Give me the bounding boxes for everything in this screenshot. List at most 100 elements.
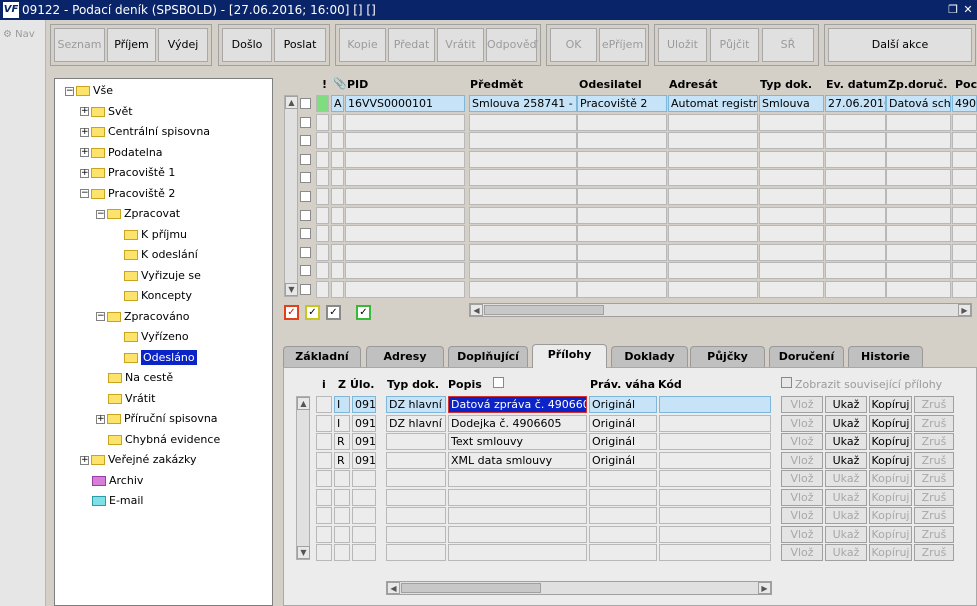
att-cell-kod[interactable] xyxy=(659,396,771,413)
vloz-button[interactable]: Vlož xyxy=(781,525,823,543)
tree-node[interactable]: Vyřizuje se xyxy=(112,267,201,285)
att-cell-ulo[interactable]: 091 xyxy=(352,451,376,469)
att-cell-i[interactable] xyxy=(316,544,332,561)
tab-doruceni[interactable]: Doručení xyxy=(769,346,844,367)
zrus-button[interactable]: Zruš xyxy=(914,433,954,450)
cell-datum[interactable] xyxy=(825,113,886,131)
cell-flagc[interactable] xyxy=(316,113,329,131)
odpoved-button[interactable]: Odpověď xyxy=(486,28,537,62)
cell-datum[interactable]: 27.06.2016 xyxy=(825,95,886,112)
cell-predmet[interactable] xyxy=(469,281,577,298)
att-cell-popis[interactable]: Text smlouvy xyxy=(448,433,587,450)
tree-node[interactable]: E-mail xyxy=(80,492,144,510)
cell-odesilatel[interactable] xyxy=(577,225,667,243)
cell-predmet[interactable] xyxy=(469,243,577,261)
expand-icon[interactable]: + xyxy=(96,414,105,424)
att-vscroll[interactable]: ▲ ▼ xyxy=(296,396,310,560)
cell-zpdoruc[interactable] xyxy=(886,132,951,150)
att-cell-kod[interactable] xyxy=(659,451,771,469)
cell-datum[interactable] xyxy=(825,150,886,168)
tree-node[interactable]: Koncepty xyxy=(112,287,192,305)
cell-pid[interactable] xyxy=(345,206,465,224)
zrus-button[interactable]: Zruš xyxy=(914,396,954,413)
cell-typ[interactable] xyxy=(759,243,824,261)
cell-poc[interactable] xyxy=(952,243,977,261)
cell-zpdoruc[interactable] xyxy=(886,206,951,224)
cell-flagc[interactable] xyxy=(316,169,329,187)
tab-historie[interactable]: Historie xyxy=(848,346,923,367)
cell-flag[interactable] xyxy=(331,150,344,168)
att-cell-ulo[interactable]: 091 xyxy=(352,414,376,432)
att-cell-i[interactable] xyxy=(316,507,332,524)
att-scroll-thumb[interactable] xyxy=(401,583,541,593)
cell-datum[interactable] xyxy=(825,225,886,243)
cell-typ[interactable] xyxy=(759,169,824,187)
grid-hscroll[interactable]: ◀ ▶ xyxy=(469,303,972,317)
cell-pid[interactable] xyxy=(345,188,465,205)
show-related-checkbox[interactable] xyxy=(781,377,792,388)
tree-node[interactable]: Odesláno xyxy=(112,349,197,367)
cell-flag[interactable] xyxy=(331,188,344,205)
cell-datum[interactable] xyxy=(825,281,886,298)
ukaz-button[interactable]: Ukaž xyxy=(825,507,867,524)
seznam-button[interactable]: Seznam xyxy=(54,28,105,62)
collapse-icon[interactable]: − xyxy=(96,312,105,321)
att-cell-i[interactable] xyxy=(316,414,332,432)
flag-green-checkbox[interactable]: ✓ xyxy=(356,305,371,320)
tree-node[interactable]: Vrátit xyxy=(96,390,155,408)
cell-pid[interactable] xyxy=(345,262,465,280)
cell-poc[interactable] xyxy=(952,262,977,280)
row-checkbox[interactable] xyxy=(300,265,311,277)
ok-button[interactable]: OK xyxy=(550,28,597,62)
row-checkbox[interactable] xyxy=(300,228,311,240)
collapse-icon[interactable]: − xyxy=(65,86,74,96)
cell-zpdoruc[interactable] xyxy=(886,169,951,187)
cell-adresat[interactable] xyxy=(668,188,758,205)
cell-odesilatel[interactable] xyxy=(577,188,667,205)
cell-zpdoruc[interactable] xyxy=(886,113,951,131)
vloz-button[interactable]: Vlož xyxy=(781,451,823,469)
cell-predmet[interactable] xyxy=(469,262,577,280)
cell-flag[interactable] xyxy=(331,113,344,131)
tree-node[interactable]: − Vše xyxy=(65,82,113,100)
kopiruj-button[interactable]: Kopíruj xyxy=(869,488,912,506)
pujcit-button[interactable]: Půjčit xyxy=(710,28,759,62)
att-scroll-up-icon[interactable]: ▲ xyxy=(297,397,310,410)
att-scroll-down-icon[interactable]: ▼ xyxy=(297,546,310,559)
vloz-button[interactable]: Vlož xyxy=(781,488,823,506)
cell-datum[interactable] xyxy=(825,262,886,280)
cell-flagc[interactable] xyxy=(316,225,329,243)
att-cell-i[interactable] xyxy=(316,396,332,413)
att-cell-ulo[interactable] xyxy=(352,488,376,506)
zrus-button[interactable]: Zruš xyxy=(914,525,954,543)
tab-zakladni[interactable]: Základní úd. xyxy=(283,346,361,383)
row-checkbox[interactable] xyxy=(300,153,311,165)
att-cell-prav[interactable]: Originál xyxy=(589,451,657,469)
cell-predmet[interactable] xyxy=(469,150,577,168)
cell-datum[interactable] xyxy=(825,188,886,205)
cell-flagc[interactable] xyxy=(316,206,329,224)
att-cell-typ[interactable]: DZ hlavní xyxy=(386,396,446,413)
tree-node[interactable]: + Svět xyxy=(80,103,133,121)
att-cell-ulo[interactable]: 091 xyxy=(352,396,376,413)
cell-predmet[interactable] xyxy=(469,225,577,243)
cell-odesilatel[interactable] xyxy=(577,169,667,187)
cell-odesilatel[interactable] xyxy=(577,262,667,280)
cell-zpdoruc[interactable] xyxy=(886,225,951,243)
att-cell-typ[interactable] xyxy=(386,470,446,487)
att-cell-prav[interactable] xyxy=(589,507,657,524)
tree-node[interactable]: K příjmu xyxy=(112,226,187,244)
att-cell-prav[interactable]: Originál xyxy=(589,433,657,450)
cell-typ[interactable] xyxy=(759,113,824,131)
kopiruj-button[interactable]: Kopíruj xyxy=(869,525,912,543)
att-cell-typ[interactable]: DZ hlavní xyxy=(386,414,446,432)
popis-checkbox[interactable] xyxy=(493,377,504,388)
kopiruj-button[interactable]: Kopíruj xyxy=(869,396,912,413)
tree-node[interactable]: − Zpracováno xyxy=(96,308,190,326)
cell-typ[interactable]: Smlouva xyxy=(759,95,824,112)
expand-icon[interactable]: + xyxy=(80,127,89,137)
cell-pid[interactable] xyxy=(345,169,465,187)
scroll-down-icon[interactable]: ▼ xyxy=(285,283,298,296)
doslo-button[interactable]: Došlo xyxy=(222,28,272,62)
att-cell-typ[interactable] xyxy=(386,544,446,561)
